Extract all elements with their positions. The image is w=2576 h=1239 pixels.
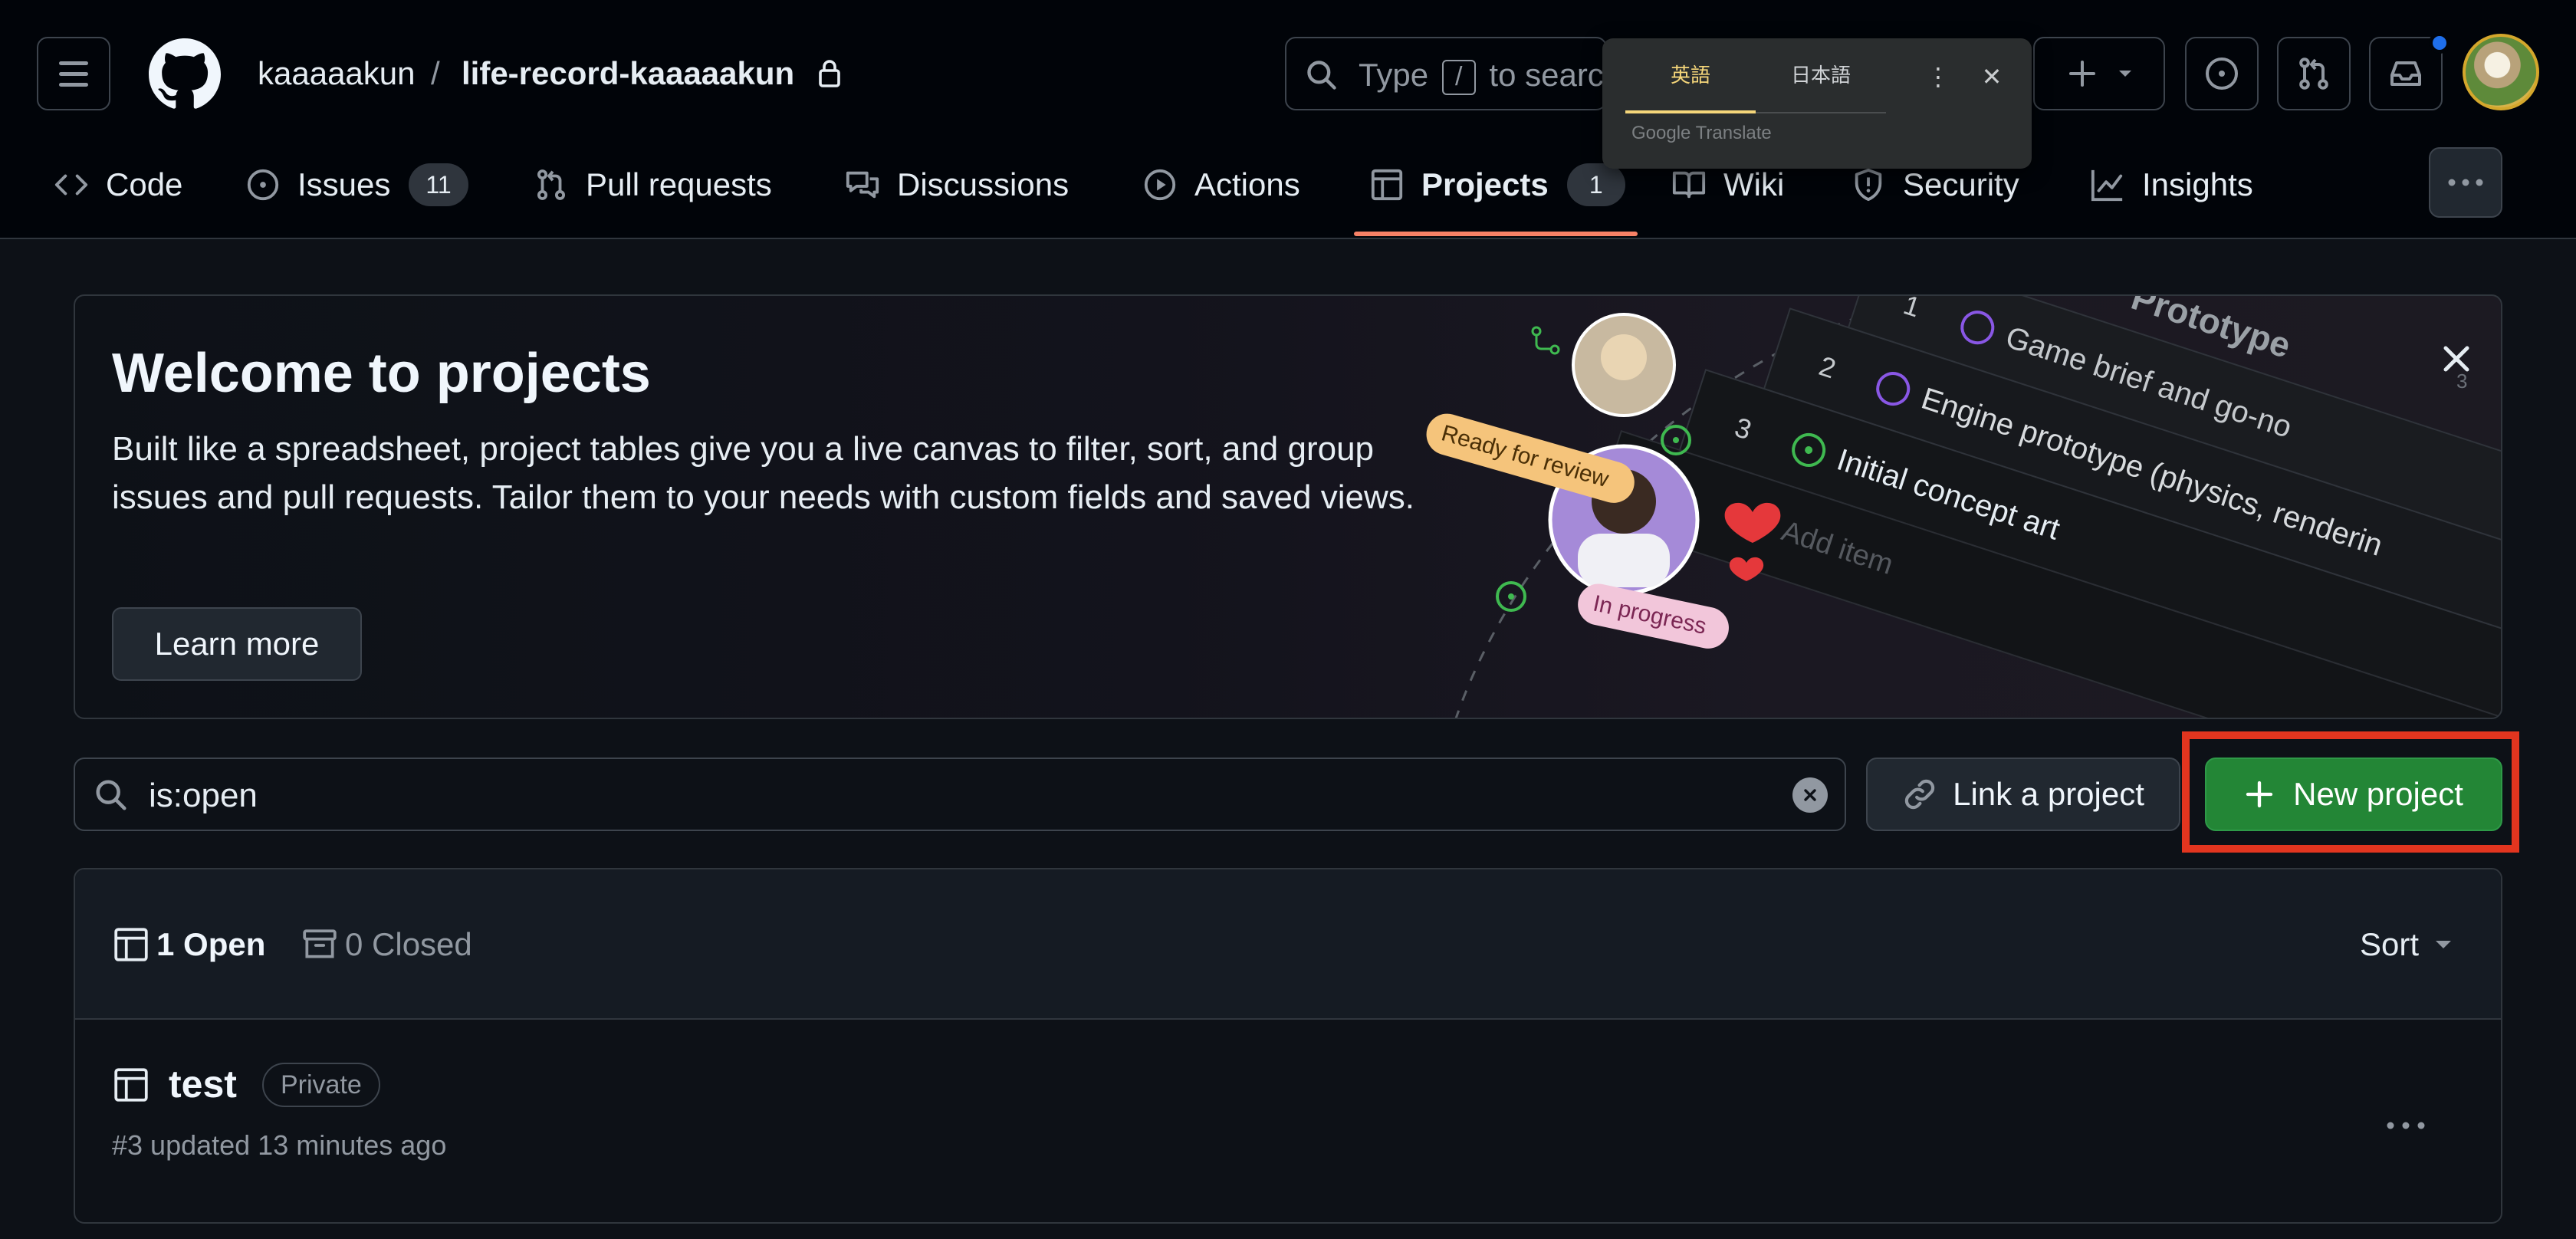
tab-insights[interactable]: Insights [2090,158,2253,212]
issues-count-badge: 11 [409,163,468,206]
projects-illustration: Prototype 1 Game brief and go-no 2 Engin… [1426,296,2501,718]
translate-close-icon[interactable]: ✕ [1976,61,2007,92]
user-avatar[interactable] [2463,34,2539,110]
search-placeholder-prefix: Type [1359,57,1429,93]
tab-security-label: Security [1903,166,2019,202]
tab-insights-label: Insights [2142,166,2253,202]
tab-actions-label: Actions [1194,166,1300,202]
tab-code-label: Code [106,166,183,202]
menu-button[interactable] [37,37,110,110]
breadcrumb-owner[interactable]: kaaaaakun [258,52,416,95]
graph-icon [2091,169,2123,202]
banner-close-icon[interactable] [2443,346,2469,372]
tab-wiki-label: Wiki [1723,166,1785,202]
clear-filter-icon[interactable] [1792,777,1828,813]
pull-requests-shortcut-button[interactable] [2277,37,2351,110]
shield-icon [1855,168,1882,202]
translate-tab-japanese[interactable]: 日本語 [1756,60,1886,113]
closed-projects-filter[interactable]: 0 Closed [301,923,472,966]
play-icon [1144,169,1176,201]
translate-brand: Google Translate [1631,123,1772,143]
unread-notification-dot [2429,32,2450,54]
issues-shortcut-button[interactable] [2185,37,2259,110]
new-project-label: New project [2293,776,2463,812]
project-title-link[interactable]: test [169,1060,237,1109]
archive-icon [303,929,337,958]
tab-pull-requests[interactable]: Pull requests [534,158,772,212]
projects-count-badge: 1 [1566,163,1625,206]
link-project-label: Link a project [1953,776,2144,812]
project-row: test Private #3 updated 13 minutes ago [75,1021,2501,1222]
tab-projects[interactable]: Projects 1 [1369,158,1625,212]
active-tab-indicator [1354,232,1638,236]
tab-actions[interactable]: Actions [1142,158,1300,212]
visibility-badge: Private [262,1063,380,1107]
project-meta: #3 updated 13 minutes ago [112,1129,447,1161]
inbox-icon [2390,61,2421,86]
project-options-icon[interactable] [2383,1112,2429,1142]
issue-opened-icon [247,169,279,201]
projects-list-header: 1 Open 0 Closed Sort [75,869,2501,1020]
link-icon [1904,779,1935,810]
tab-pull-requests-label: Pull requests [586,166,772,202]
tab-code[interactable]: Code [54,158,182,212]
open-projects-filter[interactable]: 1 Open [112,923,265,966]
search-shortcut-key: / [1441,59,1476,95]
translate-options-icon[interactable]: ⋮ [1924,61,1952,92]
open-count-label: 1 Open [156,926,266,962]
sort-label: Sort [2360,926,2420,962]
art-corner-number: 3 [2456,370,2467,393]
plus-icon [2246,781,2273,808]
tab-discussions[interactable]: Discussions [845,158,1069,212]
global-search-input[interactable]: Type / to searc [1285,37,1607,110]
table-icon [1371,169,1403,201]
create-new-button[interactable] [2033,37,2165,110]
search-icon [96,780,127,810]
git-pull-request-icon [537,169,566,200]
translate-tab-english[interactable]: 英語 [1625,60,1756,113]
new-project-button[interactable]: New project [2205,758,2502,831]
hamburger-icon [59,61,88,65]
closed-count-label: 0 Closed [345,926,472,962]
breadcrumb-separator: / [431,55,440,91]
lock-icon [819,60,840,87]
discussions-icon [846,171,879,199]
table-icon [114,1068,148,1102]
tab-projects-label: Projects [1421,166,1549,202]
tab-discussions-label: Discussions [897,166,1070,202]
code-icon [54,174,88,196]
issue-circle-icon [2206,58,2238,90]
plus-dropdown-icon [2069,61,2131,87]
sort-dropdown[interactable]: Sort [2360,923,2453,966]
breadcrumb-repo[interactable]: life-record-kaaaaakun [462,52,794,95]
tab-issues[interactable]: Issues 11 [245,158,468,212]
banner-description: Built like a spreadsheet, project tables… [112,430,1414,516]
welcome-banner: Welcome to projects Built like a spreads… [74,294,2502,719]
more-tabs-button[interactable] [2429,147,2502,218]
search-icon [1307,61,1336,90]
git-pull-request-icon [2299,58,2328,90]
book-icon [1672,171,1706,199]
project-filter-input[interactable]: is:open [74,758,1846,831]
github-logo-icon[interactable] [149,38,221,110]
app-header: kaaaaakun / life-record-kaaaaakun Type /… [0,0,2576,239]
link-project-button[interactable]: Link a project [1866,758,2180,831]
banner-title: Welcome to projects [112,343,651,404]
caret-down-icon [2436,941,2452,948]
kebab-horizontal-icon [2448,179,2483,186]
projects-list: 1 Open 0 Closed Sort test Private #3 upd… [74,868,2502,1224]
table-icon [114,928,148,961]
tab-issues-label: Issues [297,166,391,202]
learn-more-button[interactable]: Learn more [112,607,362,681]
filter-query[interactable]: is:open [149,774,258,817]
google-translate-popup: 英語 日本語 ⋮ ✕ Google Translate [1602,38,2032,169]
search-placeholder-suffix: to searc [1489,57,1604,93]
